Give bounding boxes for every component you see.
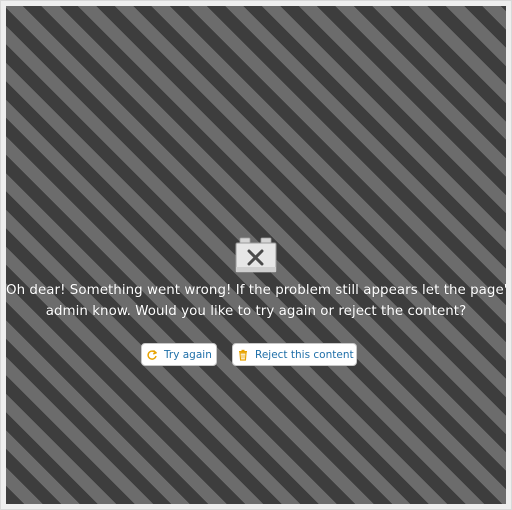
refresh-icon <box>146 349 158 361</box>
error-panel: Oh dear! Something went wrong! If the pr… <box>6 6 506 504</box>
reject-content-label: Reject this content <box>255 348 354 361</box>
error-message-line-1: Oh dear! Something went wrong! If the pr… <box>6 283 506 298</box>
reject-content-button[interactable]: Reject this content <box>232 343 357 366</box>
broken-block-icon <box>235 237 277 273</box>
error-message: Oh dear! Something went wrong! If the pr… <box>6 280 506 322</box>
try-again-label: Try again <box>164 348 212 361</box>
trash-icon <box>237 349 249 361</box>
error-message-line-2: admin know. Would you like to try again … <box>45 304 467 319</box>
try-again-button[interactable]: Try again <box>141 343 217 366</box>
